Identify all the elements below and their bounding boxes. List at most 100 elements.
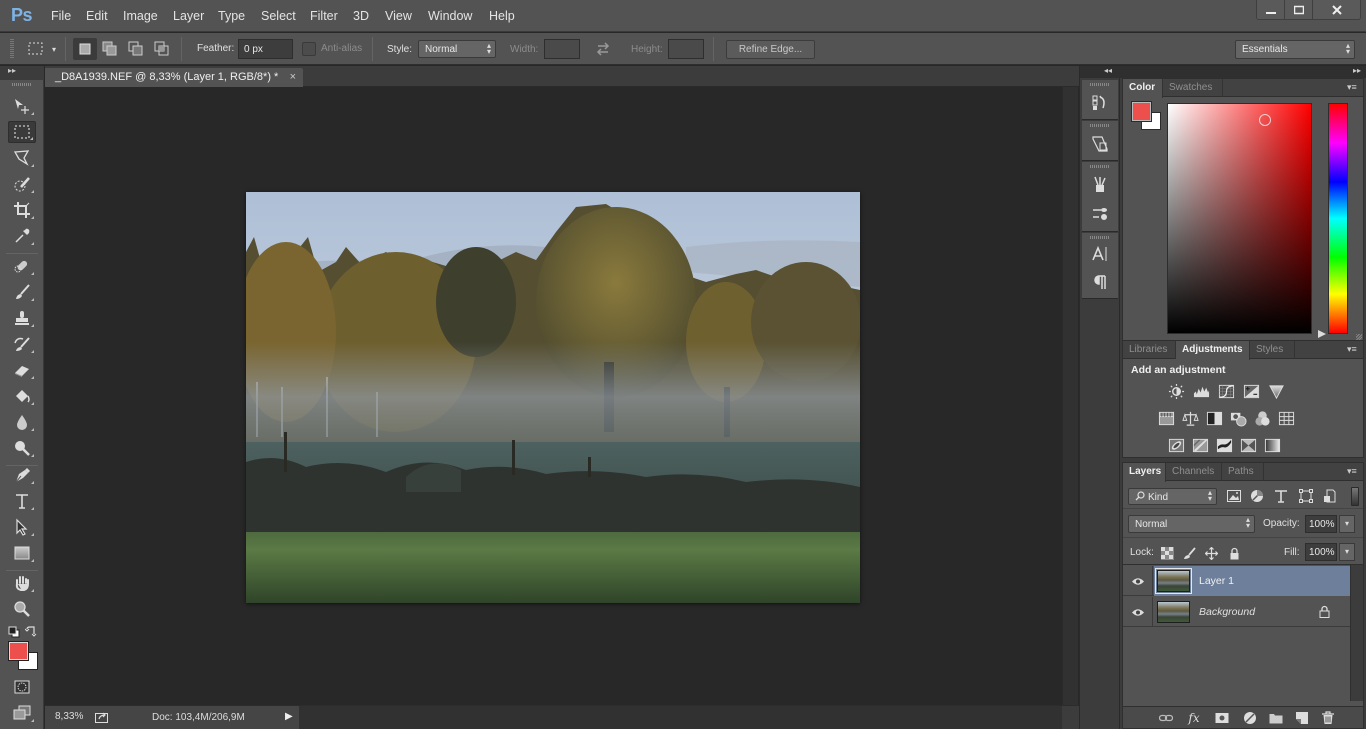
type-tool[interactable] xyxy=(8,490,36,512)
quick-mask-button[interactable] xyxy=(8,676,36,698)
paragraph-panel-button[interactable] xyxy=(1090,272,1110,292)
add-layer-mask-button[interactable] xyxy=(1214,710,1230,726)
hue-slider-handle[interactable] xyxy=(1318,330,1326,338)
pen-tool[interactable] xyxy=(8,464,36,486)
layers-scrollbar[interactable] xyxy=(1350,565,1363,701)
opacity-input[interactable]: 100% xyxy=(1305,515,1337,533)
filter-pixel-layers-button[interactable] xyxy=(1226,488,1242,504)
tab-channels[interactable]: Channels xyxy=(1166,463,1222,481)
path-selection-tool[interactable] xyxy=(8,516,36,538)
feather-input[interactable]: 0 px xyxy=(238,39,293,59)
filter-type-layers-button[interactable] xyxy=(1273,488,1289,504)
history-brush-tool[interactable] xyxy=(8,333,36,355)
panel-menu-icon[interactable]: ▾≡ xyxy=(1347,466,1359,476)
panel-menu-icon[interactable]: ▾≡ xyxy=(1347,344,1359,354)
layer-main[interactable]: Background xyxy=(1154,597,1350,627)
levels-button[interactable] xyxy=(1192,382,1210,400)
subtract-from-selection-button[interactable] xyxy=(124,38,148,60)
new-layer-button[interactable] xyxy=(1294,710,1310,726)
tab-swatches[interactable]: Swatches xyxy=(1163,79,1223,97)
exposure-button[interactable] xyxy=(1242,382,1260,400)
menu-edit[interactable]: Edit xyxy=(86,9,108,23)
dodge-tool[interactable] xyxy=(8,437,36,459)
filter-adjustment-layers-button[interactable] xyxy=(1249,488,1265,504)
zoom-tool[interactable] xyxy=(8,598,36,620)
menu-filter[interactable]: Filter xyxy=(310,9,338,23)
layer-visibility-toggle[interactable] xyxy=(1123,566,1153,596)
eyedropper-tool[interactable] xyxy=(8,225,36,247)
fill-dropdown-button[interactable]: ▾ xyxy=(1339,543,1355,561)
menu-image[interactable]: Image xyxy=(123,9,158,23)
tool-preset-picker[interactable] xyxy=(24,38,48,60)
close-button[interactable] xyxy=(1313,0,1360,19)
layer-filter-toggle[interactable] xyxy=(1351,487,1359,506)
crop-tool[interactable] xyxy=(8,199,36,221)
menu-type[interactable]: Type xyxy=(218,9,245,23)
rectangle-tool[interactable] xyxy=(8,542,36,564)
layer-visibility-toggle[interactable] xyxy=(1123,597,1153,627)
maximize-button[interactable] xyxy=(1285,0,1313,19)
layer-main[interactable]: Layer 1 xyxy=(1154,566,1350,596)
swap-colors-button[interactable] xyxy=(24,625,37,637)
tab-color[interactable]: Color xyxy=(1123,79,1163,98)
tab-layers[interactable]: Layers xyxy=(1123,463,1166,482)
menu-select[interactable]: Select xyxy=(261,9,296,23)
color-balance-button[interactable] xyxy=(1181,409,1199,427)
new-selection-button[interactable] xyxy=(73,38,97,60)
properties-panel-button[interactable] xyxy=(1090,134,1110,154)
layer-locked-indicator[interactable] xyxy=(1319,605,1330,621)
document-image[interactable] xyxy=(246,192,860,603)
invert-button[interactable] xyxy=(1167,436,1185,454)
character-panel-button[interactable] xyxy=(1090,244,1110,264)
workspace-select[interactable]: Essentials ▴ ▾ xyxy=(1235,40,1355,59)
vibrance-button[interactable] xyxy=(1267,382,1285,400)
color-lookup-button[interactable] xyxy=(1277,409,1295,427)
toolbar-grip[interactable] xyxy=(12,83,32,86)
new-adjustment-layer-button[interactable] xyxy=(1242,710,1258,726)
lock-image-pixels-button[interactable] xyxy=(1182,546,1196,560)
layer-row-layer-1[interactable]: Layer 1 xyxy=(1123,566,1350,596)
dock-grip[interactable] xyxy=(1090,165,1110,168)
filter-smart-objects-button[interactable] xyxy=(1322,488,1338,504)
default-colors-button[interactable] xyxy=(8,626,20,638)
add-to-selection-button[interactable] xyxy=(98,38,122,60)
dock-grip[interactable] xyxy=(1090,124,1110,127)
layer-style-fx-button[interactable]: fx xyxy=(1186,710,1202,726)
horizontal-scrollbar[interactable] xyxy=(299,706,1062,729)
brush-panel-button[interactable] xyxy=(1090,204,1110,224)
toolbar-expand-button[interactable]: ▸▸ xyxy=(0,66,44,80)
menu-3d[interactable]: 3D xyxy=(353,9,369,23)
lock-transparent-pixels-button[interactable] xyxy=(1160,546,1174,560)
layer-filter-kind-select[interactable]: Kind ▴ ▾ xyxy=(1128,488,1217,505)
dock-collapse-button[interactable]: ◂◂ xyxy=(1080,66,1120,78)
zoom-level-field[interactable]: 8,33% xyxy=(45,706,91,729)
blend-mode-select[interactable]: Normal ▴ ▾ xyxy=(1128,515,1255,533)
blur-tool[interactable] xyxy=(8,411,36,433)
status-menu-arrow[interactable]: ▶ xyxy=(285,711,293,722)
saturation-brightness-field[interactable] xyxy=(1167,103,1312,334)
polygonal-lasso-tool[interactable] xyxy=(8,147,36,169)
share-icon[interactable] xyxy=(95,711,109,723)
link-layers-button[interactable] xyxy=(1158,710,1174,726)
posterize-button[interactable] xyxy=(1191,436,1209,454)
lock-position-button[interactable] xyxy=(1204,546,1218,560)
menu-window[interactable]: Window xyxy=(428,9,472,23)
black-white-button[interactable] xyxy=(1205,409,1223,427)
hue-saturation-button[interactable] xyxy=(1157,409,1175,427)
hand-tool[interactable] xyxy=(8,572,36,594)
photo-filter-button[interactable] xyxy=(1229,409,1247,427)
tab-styles[interactable]: Styles xyxy=(1250,341,1295,359)
document-tab[interactable]: _D8A1939.NEF @ 8,33% (Layer 1, RGB/8*) *… xyxy=(45,68,303,87)
foreground-color-swatch[interactable] xyxy=(8,641,29,661)
quick-selection-tool[interactable] xyxy=(8,173,36,195)
gradient-map-button[interactable] xyxy=(1263,436,1281,454)
menu-file[interactable]: File xyxy=(51,9,71,23)
menu-help[interactable]: Help xyxy=(489,9,515,23)
layer-name[interactable]: Background xyxy=(1199,606,1255,618)
tab-paths[interactable]: Paths xyxy=(1222,463,1264,481)
dock-grip[interactable] xyxy=(1090,83,1110,86)
history-panel-button[interactable] xyxy=(1090,93,1110,113)
close-document-icon[interactable]: × xyxy=(290,71,296,83)
menu-view[interactable]: View xyxy=(385,9,412,23)
tab-adjustments[interactable]: Adjustments xyxy=(1176,341,1250,360)
